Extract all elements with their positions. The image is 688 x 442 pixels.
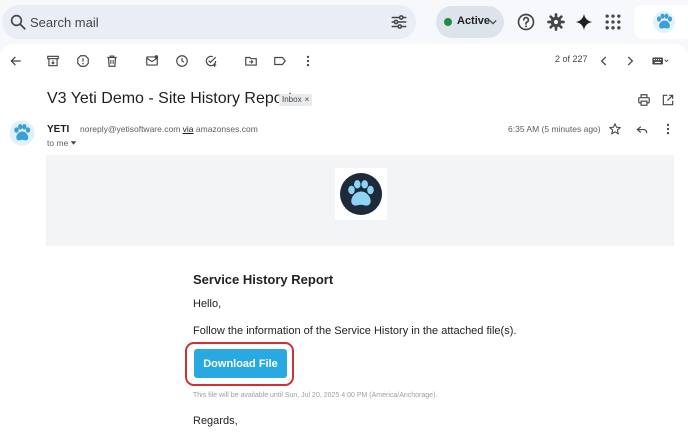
archive-icon[interactable]	[46, 54, 60, 68]
move-to-icon[interactable]	[244, 54, 258, 68]
yeti-logo	[335, 168, 387, 220]
snooze-icon[interactable]	[175, 54, 189, 68]
message-view: 2 of 227 V3 Yeti Demo - Site History Rep…	[0, 44, 688, 442]
greeting-text: Hello,	[193, 298, 222, 310]
apps-icon[interactable]	[603, 12, 623, 32]
gemini-icon[interactable]	[574, 12, 594, 32]
report-spam-icon[interactable]	[76, 54, 90, 68]
support-icon[interactable]	[516, 12, 536, 32]
chevron-down-icon	[489, 19, 497, 25]
remove-label-icon[interactable]: ×	[305, 95, 310, 104]
mark-unread-icon[interactable]	[145, 54, 159, 68]
label-icon[interactable]	[273, 54, 287, 68]
sender-email: noreply@yetisoftware.com	[80, 124, 181, 134]
inbox-label-text: Inbox	[282, 95, 302, 104]
add-to-tasks-icon[interactable]	[204, 54, 218, 68]
account-switcher[interactable]	[634, 5, 688, 39]
search-bar[interactable]	[2, 5, 416, 39]
back-arrow-icon[interactable]	[9, 54, 23, 68]
settings-icon[interactable]	[546, 12, 566, 32]
pager-count: 2 of 227	[555, 54, 588, 64]
search-options-icon[interactable]	[390, 13, 408, 31]
star-icon[interactable]	[608, 122, 622, 136]
via-link[interactable]: via	[183, 124, 194, 134]
message-time: 6:35 AM (5 minutes ago)	[508, 124, 601, 134]
search-icon[interactable]	[9, 13, 27, 31]
inbox-label[interactable]: Inbox ×	[279, 94, 313, 106]
status-chip[interactable]: Active	[436, 6, 504, 38]
delete-icon[interactable]	[105, 54, 119, 68]
search-input[interactable]	[30, 12, 370, 32]
more-vert-icon[interactable]	[301, 54, 315, 68]
print-icon[interactable]	[637, 93, 651, 107]
account-avatar[interactable]	[652, 10, 676, 34]
reply-icon[interactable]	[635, 122, 649, 136]
paw-logo-icon	[340, 173, 382, 215]
email-banner	[46, 155, 674, 246]
keyboard-icon[interactable]	[650, 54, 670, 68]
sender-meta: noreply@yetisoftware.com via amazonses.c…	[80, 124, 258, 134]
chevron-right-icon[interactable]	[623, 54, 637, 68]
download-file-button[interactable]: Download File	[194, 349, 287, 378]
message-text: Follow the information of the Service Hi…	[193, 325, 517, 337]
availability-note: This file will be available until Sun, J…	[193, 392, 438, 399]
email-subject: V3 Yeti Demo - Site History Report	[47, 90, 293, 107]
status-label: Active	[457, 15, 491, 27]
report-title: Service History Report	[193, 272, 334, 287]
top-bar: Active	[0, 0, 688, 44]
via-domain: amazonses.com	[195, 124, 258, 134]
closing-text: Regards,	[193, 415, 238, 427]
status-dot	[444, 18, 452, 26]
show-details-icon[interactable]	[70, 140, 77, 146]
recipient-text[interactable]: to me	[47, 138, 68, 148]
sender-name[interactable]: YETI	[47, 124, 69, 135]
sender-avatar[interactable]	[9, 120, 35, 146]
chevron-left-icon[interactable]	[597, 54, 611, 68]
open-in-new-window-icon[interactable]	[661, 93, 675, 107]
message-more-icon[interactable]	[661, 122, 675, 136]
